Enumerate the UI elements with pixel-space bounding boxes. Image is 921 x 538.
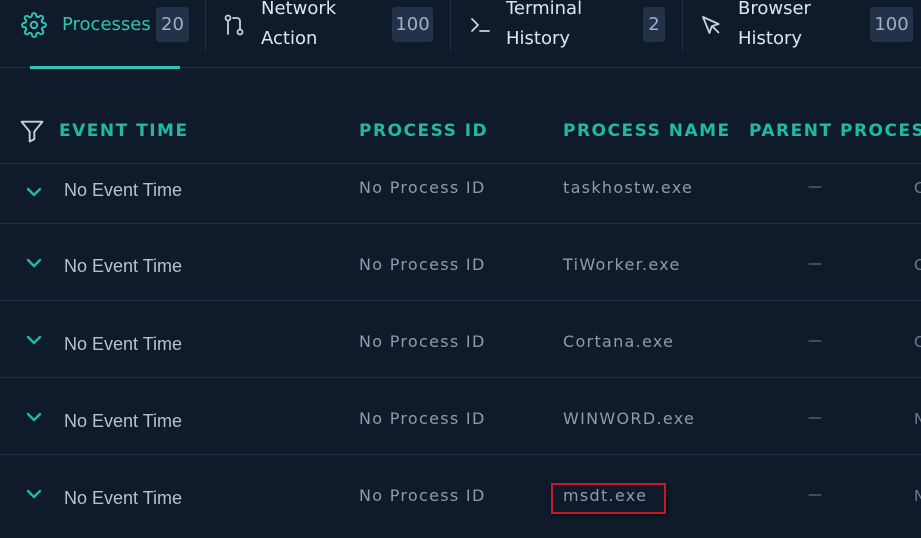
- clipped-cell: C: [914, 256, 921, 272]
- chevron-down-icon[interactable]: [24, 486, 44, 502]
- event-time-cell: No Event Time: [64, 256, 183, 276]
- column-header-process-name[interactable]: PROCESS NAME: [563, 121, 731, 141]
- process-name-cell: taskhostw.exe: [563, 178, 694, 197]
- process-name-cell: TiWorker.exe: [563, 255, 681, 274]
- tab-bar: Processes 20 Network Action 100 Terminal…: [0, 0, 921, 69]
- parent-process-cell: —: [808, 410, 822, 426]
- clipped-cell: C: [914, 179, 921, 195]
- parent-process-cell: —: [808, 179, 822, 195]
- table-row[interactable]: No Event Time No Process ID WINWORD.exe …: [0, 378, 921, 455]
- event-time-cell: No Event Time: [64, 334, 183, 354]
- column-header-event-time[interactable]: EVENT TIME: [59, 121, 189, 141]
- tab-label: Processes: [62, 14, 151, 35]
- active-tab-indicator: [30, 66, 180, 69]
- event-time-cell: No Event Time: [64, 411, 183, 431]
- table-row[interactable]: No Event Time No Process ID Cortana.exe …: [0, 301, 921, 378]
- count-badge: 20: [156, 7, 189, 42]
- parent-process-cell: —: [808, 487, 822, 503]
- count-badge: 100: [870, 7, 913, 42]
- chevron-down-icon[interactable]: [24, 409, 44, 425]
- tab-browser-history[interactable]: Browser History 100: [683, 0, 921, 68]
- tab-label: Network Action: [261, 0, 337, 49]
- cursor-icon: [698, 12, 724, 38]
- clipped-cell: C: [914, 333, 921, 349]
- tab-label: Terminal History: [506, 0, 583, 49]
- chevron-down-icon[interactable]: [24, 255, 44, 271]
- tab-network-action[interactable]: Network Action 100: [206, 0, 450, 68]
- process-id-cell: No Process ID: [359, 409, 486, 428]
- filter-icon[interactable]: [18, 117, 46, 145]
- count-badge: 2: [643, 7, 665, 42]
- event-time-cell: No Event Time: [64, 180, 183, 200]
- count-badge: 100: [392, 7, 433, 42]
- process-name-cell: Cortana.exe: [563, 332, 675, 351]
- process-id-cell: No Process ID: [359, 332, 486, 351]
- git-pull-request-icon: [221, 12, 247, 38]
- table-row[interactable]: No Event Time No Process ID taskhostw.ex…: [0, 165, 921, 224]
- table-header: EVENT TIME PROCESS ID PROCESS NAME PAREN…: [0, 100, 921, 164]
- terminal-prompt-icon: [467, 12, 493, 38]
- column-header-process-id[interactable]: PROCESS ID: [359, 121, 488, 141]
- process-name-cell: WINWORD.exe: [563, 409, 696, 428]
- table-row[interactable]: No Event Time No Process ID msdt.exe — N: [0, 455, 921, 538]
- gear-icon: [21, 12, 47, 38]
- highlight-box: [551, 483, 666, 514]
- tab-terminal-history[interactable]: Terminal History 2: [451, 0, 682, 68]
- process-id-cell: No Process ID: [359, 486, 486, 505]
- parent-process-cell: —: [808, 256, 822, 272]
- chevron-down-icon[interactable]: [24, 332, 44, 348]
- table-row[interactable]: No Event Time No Process ID TiWorker.exe…: [0, 224, 921, 301]
- event-time-cell: No Event Time: [64, 488, 183, 508]
- column-header-parent-process[interactable]: PARENT PROCESS: [749, 121, 921, 141]
- process-id-cell: No Process ID: [359, 255, 486, 274]
- process-id-cell: No Process ID: [359, 178, 486, 197]
- clipped-cell: N: [914, 487, 921, 503]
- chevron-down-icon[interactable]: [24, 184, 44, 200]
- clipped-cell: N: [914, 410, 921, 426]
- tab-label: Browser History: [738, 0, 811, 49]
- tab-processes[interactable]: Processes 20: [0, 0, 200, 68]
- parent-process-cell: —: [808, 333, 822, 349]
